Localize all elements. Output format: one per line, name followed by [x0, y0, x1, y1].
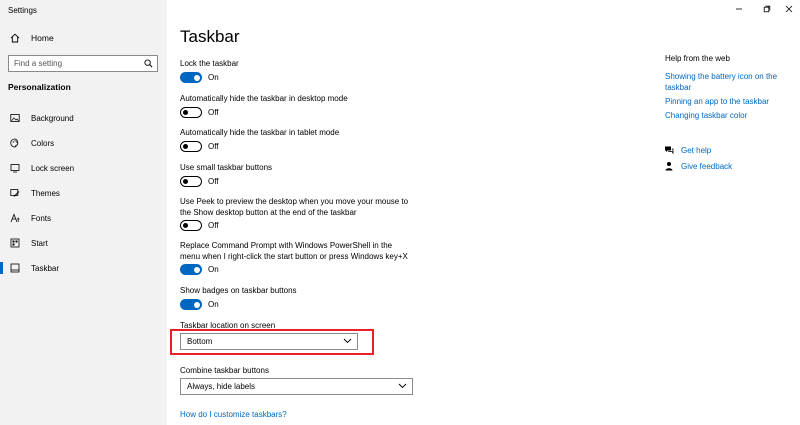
sidebar-item-label: Start	[31, 238, 48, 248]
toggle-badges[interactable]	[180, 299, 202, 310]
setting-label-peek: Use Peek to preview the desktop when you…	[180, 197, 409, 217]
home-icon	[10, 33, 20, 43]
minimize-icon	[736, 8, 742, 10]
page-title: Taskbar	[180, 27, 240, 46]
toggle-autohide-tablet[interactable]	[180, 141, 202, 152]
help-link-battery-icon[interactable]: Showing the battery icon on the taskbar	[665, 71, 785, 93]
toggle-state-label: Off	[208, 177, 219, 186]
sidebar-item-label: Colors	[31, 138, 55, 148]
sidebar-home-label: Home	[31, 33, 54, 43]
toggle-state-label: Off	[208, 108, 219, 117]
help-link-pin-app[interactable]: Pinning an app to the taskbar	[665, 96, 785, 107]
setting-label-badges: Show badges on taskbar buttons	[180, 286, 297, 295]
feedback-icon	[664, 161, 674, 171]
search-icon[interactable]	[144, 55, 153, 73]
toggle-powershell[interactable]	[180, 264, 202, 275]
location-label: Taskbar location on screen	[180, 321, 276, 330]
toggle-state-label: On	[208, 300, 219, 309]
setting-row-lock-taskbar: On	[180, 72, 219, 83]
setting-label-autohide-desktop: Automatically hide the taskbar in deskto…	[180, 94, 348, 103]
setting-label-autohide-tablet: Automatically hide the taskbar in tablet…	[180, 128, 340, 137]
taskbar-icon	[10, 263, 20, 273]
toggle-state-label: On	[208, 73, 219, 82]
setting-label-powershell: Replace Command Prompt with Windows Powe…	[180, 241, 408, 261]
chevron-down-icon	[398, 382, 407, 391]
location-dropdown[interactable]: Bottom	[180, 333, 358, 350]
customize-taskbars-link[interactable]: How do I customize taskbars?	[180, 410, 287, 419]
setting-row-small-buttons: Off	[180, 176, 219, 187]
location-dropdown-value: Bottom	[187, 337, 213, 346]
setting-label-lock-taskbar: Lock the taskbar	[180, 59, 239, 68]
sidebar-item-label: Themes	[31, 188, 60, 198]
setting-row-autohide-desktop: Off	[180, 107, 219, 118]
brush-icon	[10, 188, 20, 198]
toggle-state-label: Off	[208, 142, 219, 151]
sidebar-item-label: Background	[31, 113, 74, 123]
sidebar-section-label: Personalization	[8, 82, 71, 92]
sidebar-item-themes[interactable]: Themes	[10, 187, 60, 199]
palette-icon	[10, 138, 20, 148]
setting-row-badges: On	[180, 299, 219, 310]
give-feedback-row[interactable]: Give feedback	[664, 160, 732, 172]
sidebar-item-taskbar[interactable]: Taskbar	[10, 262, 59, 274]
minimize-button[interactable]	[732, 4, 746, 14]
get-help-link[interactable]: Get help	[681, 146, 711, 155]
setting-row-autohide-tablet: Off	[180, 141, 219, 152]
setting-label-small-buttons: Use small taskbar buttons	[180, 163, 273, 172]
chat-help-icon	[664, 145, 674, 155]
sidebar-selected-indicator	[0, 262, 3, 274]
sidebar-item-label: Taskbar	[31, 263, 60, 273]
sidebar-item-fonts[interactable]: Fonts	[10, 212, 51, 224]
sidebar-item-label: Fonts	[31, 213, 52, 223]
start-icon	[10, 238, 20, 248]
sidebar-home[interactable]: Home	[10, 32, 54, 44]
sidebar-item-background[interactable]: Background	[10, 112, 74, 124]
toggle-small-buttons[interactable]	[180, 176, 202, 187]
chevron-down-icon	[343, 337, 352, 346]
combine-label: Combine taskbar buttons	[180, 366, 269, 375]
combine-dropdown[interactable]: Always, hide labels	[180, 378, 413, 395]
search-box[interactable]	[8, 55, 158, 72]
sidebar: Settings Home Personalization Background…	[0, 0, 167, 425]
help-link-taskbar-color[interactable]: Changing taskbar color	[665, 110, 785, 121]
toggle-state-label: On	[208, 265, 219, 274]
font-icon	[10, 213, 20, 223]
sidebar-item-label: Lock screen	[31, 163, 75, 173]
app-title: Settings	[8, 6, 37, 15]
restore-icon	[763, 5, 771, 13]
search-input[interactable]	[14, 59, 134, 68]
sidebar-item-start[interactable]: Start	[10, 237, 48, 249]
help-panel-title: Help from the web	[665, 54, 730, 63]
get-help-row[interactable]: Get help	[664, 144, 711, 156]
sidebar-item-lock-screen[interactable]: Lock screen	[10, 162, 74, 174]
close-button[interactable]	[782, 4, 796, 14]
toggle-peek[interactable]	[180, 220, 202, 231]
close-icon	[785, 5, 793, 13]
sidebar-item-colors[interactable]: Colors	[10, 137, 54, 149]
toggle-lock-taskbar[interactable]	[180, 72, 202, 83]
maximize-button[interactable]	[760, 4, 774, 14]
setting-row-powershell: On	[180, 264, 219, 275]
toggle-autohide-desktop[interactable]	[180, 107, 202, 118]
toggle-state-label: Off	[208, 221, 219, 230]
combine-dropdown-value: Always, hide labels	[187, 382, 256, 391]
lock-screen-icon	[10, 163, 20, 173]
setting-row-peek: Off	[180, 220, 219, 231]
give-feedback-link[interactable]: Give feedback	[681, 162, 732, 171]
image-icon	[10, 113, 20, 123]
